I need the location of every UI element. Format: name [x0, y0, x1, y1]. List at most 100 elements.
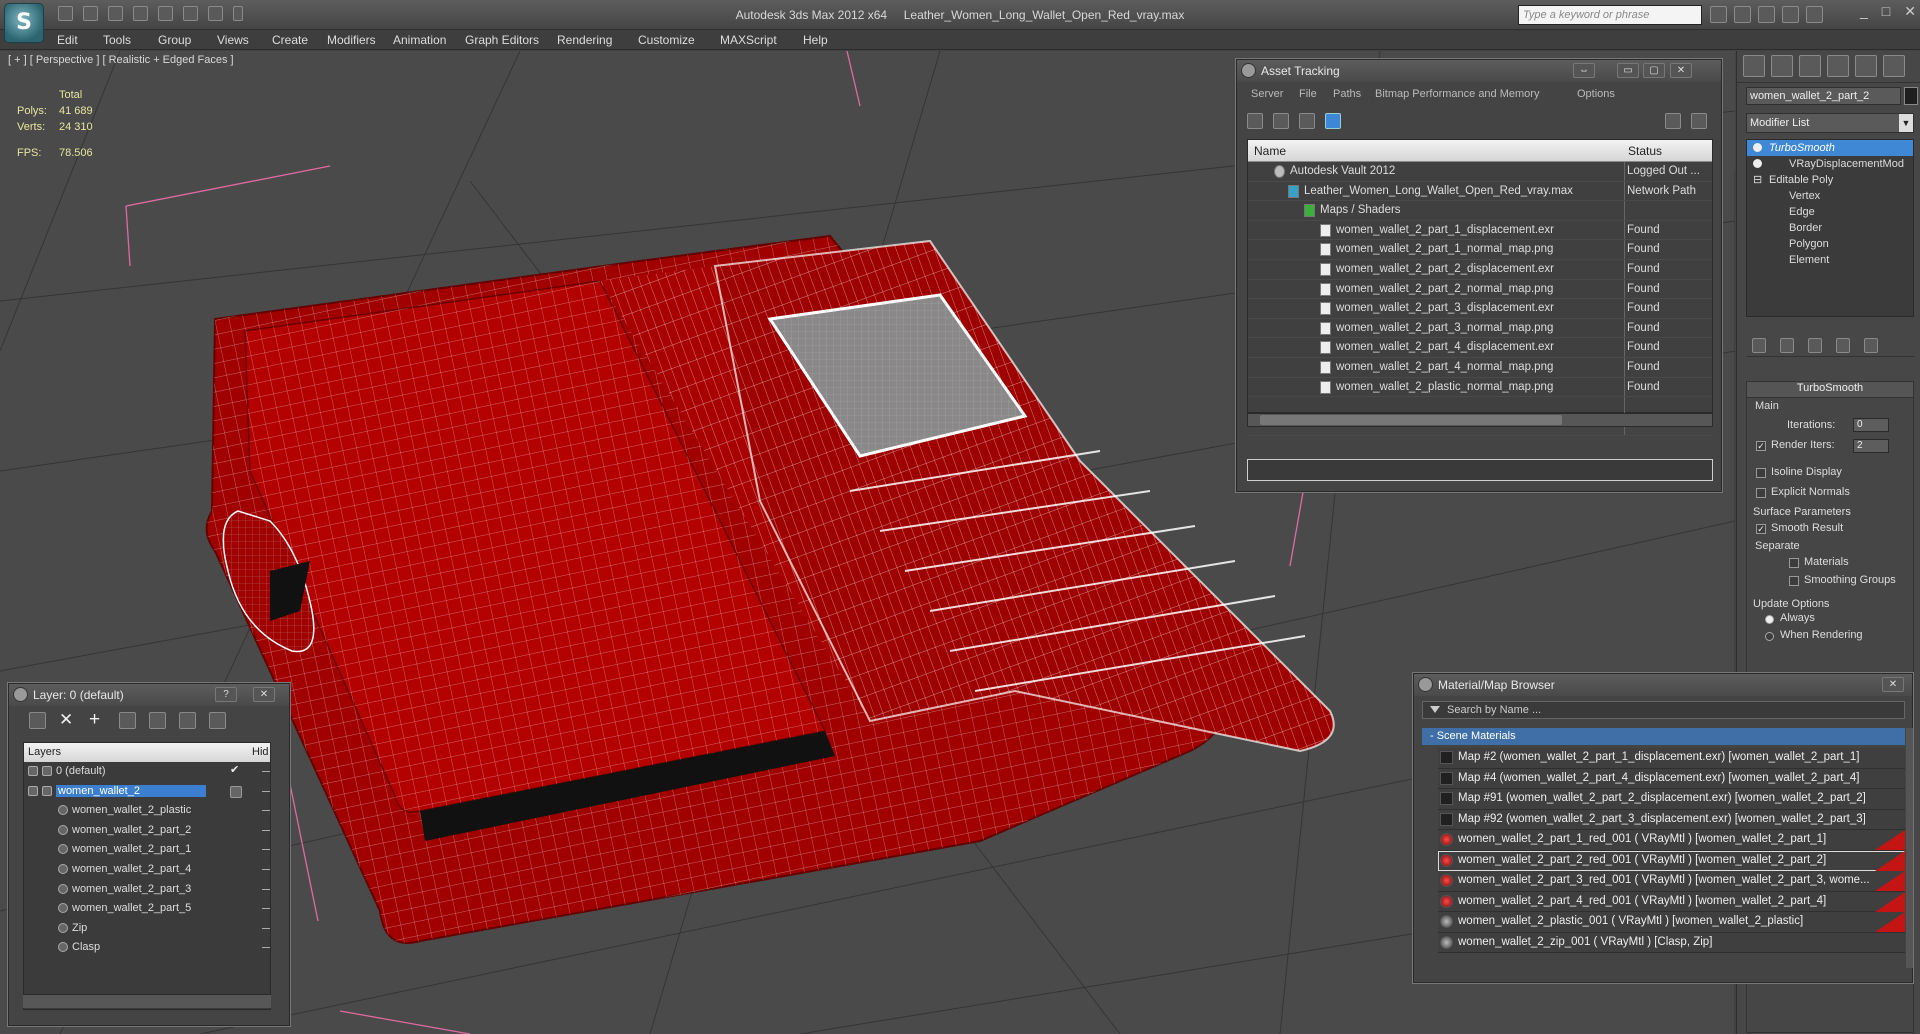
layer-object-row[interactable]: Clasp: [24, 938, 270, 958]
freeze-all-layers-icon[interactable]: [209, 712, 226, 729]
options-dropdown-icon[interactable]: [1430, 706, 1440, 713]
configure-modifier-sets-icon[interactable]: [1864, 338, 1878, 353]
menu-edit[interactable]: Edit: [57, 33, 78, 47]
delete-layer-icon[interactable]: ✕: [59, 711, 76, 729]
hide-toggle[interactable]: [262, 927, 270, 929]
stack-item-element[interactable]: Element: [1747, 252, 1913, 268]
vault-help-icon[interactable]: [1691, 113, 1707, 129]
redo-icon[interactable]: [133, 6, 148, 21]
layer-object-row[interactable]: women_wallet_2_part_3: [24, 880, 270, 900]
scene-materials-group[interactable]: - Scene Materials: [1422, 728, 1905, 745]
utilities-tab-icon[interactable]: [1883, 55, 1905, 77]
at-menu-options[interactable]: Options: [1577, 88, 1615, 100]
hide-toggle[interactable]: [262, 868, 270, 870]
object-name-field[interactable]: women_wallet_2_part_2: [1746, 87, 1901, 105]
when-rendering-radio[interactable]: [1765, 632, 1774, 641]
layer-row-default[interactable]: 0 (default) ✔: [24, 762, 270, 782]
help-icon[interactable]: ?: [215, 687, 237, 702]
pin-stack-icon[interactable]: [1752, 338, 1766, 353]
quick-access-dropdown-icon[interactable]: [233, 6, 243, 21]
hierarchy-tab-icon[interactable]: [1799, 55, 1821, 77]
highlight-layer-icon[interactable]: [149, 712, 166, 729]
create-layer-icon[interactable]: [29, 712, 46, 729]
subscription-icon[interactable]: [1734, 6, 1751, 23]
modifier-list-dropdown[interactable]: Modifier List ▼: [1746, 113, 1914, 133]
material-row-selected[interactable]: women_wallet_2_part_2_red_001 ( VRayMtl …: [1438, 850, 1905, 871]
menu-help[interactable]: Help: [803, 33, 828, 47]
table-row[interactable]: women_wallet_2_part_4_normal_map.png Foun…: [1248, 358, 1712, 378]
table-row[interactable]: women_wallet_2_part_3_displacement.exr Fo…: [1248, 299, 1712, 319]
close-icon[interactable]: ✕: [1670, 63, 1692, 78]
make-unique-icon[interactable]: [1808, 338, 1822, 353]
stack-item-vraydisplacementmod[interactable]: VRayDisplacementMod: [1747, 156, 1913, 172]
hide-toggle[interactable]: [262, 908, 270, 910]
hide-column-header[interactable]: Hid: [252, 746, 269, 758]
binoculars-icon[interactable]: [1710, 6, 1727, 23]
materials-checkbox[interactable]: [1789, 558, 1799, 568]
menu-create[interactable]: Create: [272, 33, 308, 47]
show-end-result-icon[interactable]: [1780, 338, 1794, 353]
hide-toggle[interactable]: [262, 947, 270, 949]
smoothing-groups-checkbox[interactable]: [1789, 576, 1799, 586]
menu-group[interactable]: Group: [158, 33, 191, 47]
layer-object-row[interactable]: women_wallet_2_plastic: [24, 801, 270, 821]
isoline-display-checkbox[interactable]: [1756, 468, 1766, 478]
select-in-layer-icon[interactable]: [119, 712, 136, 729]
smooth-result-checkbox[interactable]: ✓: [1756, 524, 1766, 534]
at-menu-file[interactable]: File: [1299, 88, 1317, 100]
create-tab-icon[interactable]: [1743, 55, 1765, 77]
favorites-icon[interactable]: [1782, 6, 1799, 23]
viewport-label[interactable]: [ + ] [ Perspective ] [ Realistic + Edge…: [8, 54, 234, 66]
object-color-swatch[interactable]: [1904, 87, 1918, 105]
vertical-scrollbar[interactable]: [1906, 728, 1913, 968]
collapse-icon[interactable]: [28, 785, 38, 796]
column-status-header[interactable]: Status: [1628, 144, 1662, 158]
hide-toggle[interactable]: [262, 829, 270, 831]
table-row[interactable]: women_wallet_2_part_2_displacement.exr Fo…: [1248, 260, 1712, 280]
project-folder-icon[interactable]: [208, 6, 223, 21]
horizontal-scrollbar[interactable]: [1247, 413, 1713, 427]
minimize-icon[interactable]: _: [1860, 3, 1868, 20]
help-icon[interactable]: [1665, 113, 1681, 129]
layer-object-row[interactable]: women_wallet_2_part_1: [24, 840, 270, 860]
modify-tab-icon[interactable]: [1771, 55, 1793, 77]
bulb-icon[interactable]: [1753, 159, 1762, 168]
menu-maxscript[interactable]: MAXScript: [720, 33, 777, 47]
undo-icon[interactable]: [108, 6, 123, 21]
table-row[interactable]: women_wallet_2_part_1_displacement.exr Fo…: [1248, 221, 1712, 241]
material-row[interactable]: women_wallet_2_part_4_red_001 ( VRayMtl …: [1438, 891, 1905, 912]
at-menu-server[interactable]: Server: [1251, 88, 1283, 100]
hide-toggle[interactable]: [262, 849, 270, 851]
asset-tracking-titlebar[interactable]: Asset Tracking ⇔ ▭ ▢ ✕: [1237, 60, 1721, 82]
table-row[interactable]: Maps / Shaders: [1248, 201, 1712, 221]
open-file-icon[interactable]: [58, 6, 73, 21]
table-row[interactable]: Leather_Women_Long_Wallet_Open_Red_vray.…: [1248, 182, 1712, 202]
layer-manager-titlebar[interactable]: Layer: 0 (default) ? ✕: [9, 684, 289, 706]
chevron-down-icon[interactable]: ▼: [1899, 114, 1913, 132]
remove-modifier-icon[interactable]: [1836, 338, 1850, 353]
menu-rendering[interactable]: Rendering: [557, 33, 612, 47]
layers-column-header[interactable]: Layers: [28, 746, 61, 758]
hide-toggle[interactable]: [262, 790, 270, 792]
maximize-icon[interactable]: □: [1882, 3, 1890, 20]
turbosmooth-rollout-title[interactable]: TurboSmooth: [1747, 382, 1913, 398]
table-row[interactable]: Autodesk Vault 2012 Logged Out ...: [1248, 162, 1712, 182]
help-icon[interactable]: [1806, 6, 1823, 23]
menu-views[interactable]: Views: [217, 33, 249, 47]
fetch-icon[interactable]: [183, 6, 198, 21]
table-row[interactable]: women_wallet_2_part_1_normal_map.png Foun…: [1248, 240, 1712, 260]
stack-item-edge[interactable]: Edge: [1747, 204, 1913, 220]
material-row[interactable]: Map #91 (women_wallet_2_part_2_displacem…: [1438, 789, 1905, 810]
render-iters-spinner[interactable]: 2: [1853, 439, 1889, 453]
material-row[interactable]: women_wallet_2_part_3_red_001 ( VRayMtl …: [1438, 871, 1905, 892]
table-view-icon[interactable]: [1325, 113, 1341, 129]
stack-item-editable-poly[interactable]: ⊟ Editable Poly: [1747, 172, 1913, 188]
horizontal-scrollbar[interactable]: [23, 994, 271, 1008]
material-row[interactable]: women_wallet_2_part_1_red_001 ( VRayMtl …: [1438, 830, 1905, 851]
material-row[interactable]: women_wallet_2_plastic_001 ( VRayMtl ) […: [1438, 912, 1905, 933]
hide-toggle[interactable]: [262, 810, 270, 812]
material-row[interactable]: Map #92 (women_wallet_2_part_3_displacem…: [1438, 809, 1905, 830]
active-layer-check-icon[interactable]: ✔: [230, 763, 239, 776]
minimize-icon[interactable]: ▭: [1617, 63, 1639, 78]
set-active-layer-icon[interactable]: [230, 785, 242, 798]
